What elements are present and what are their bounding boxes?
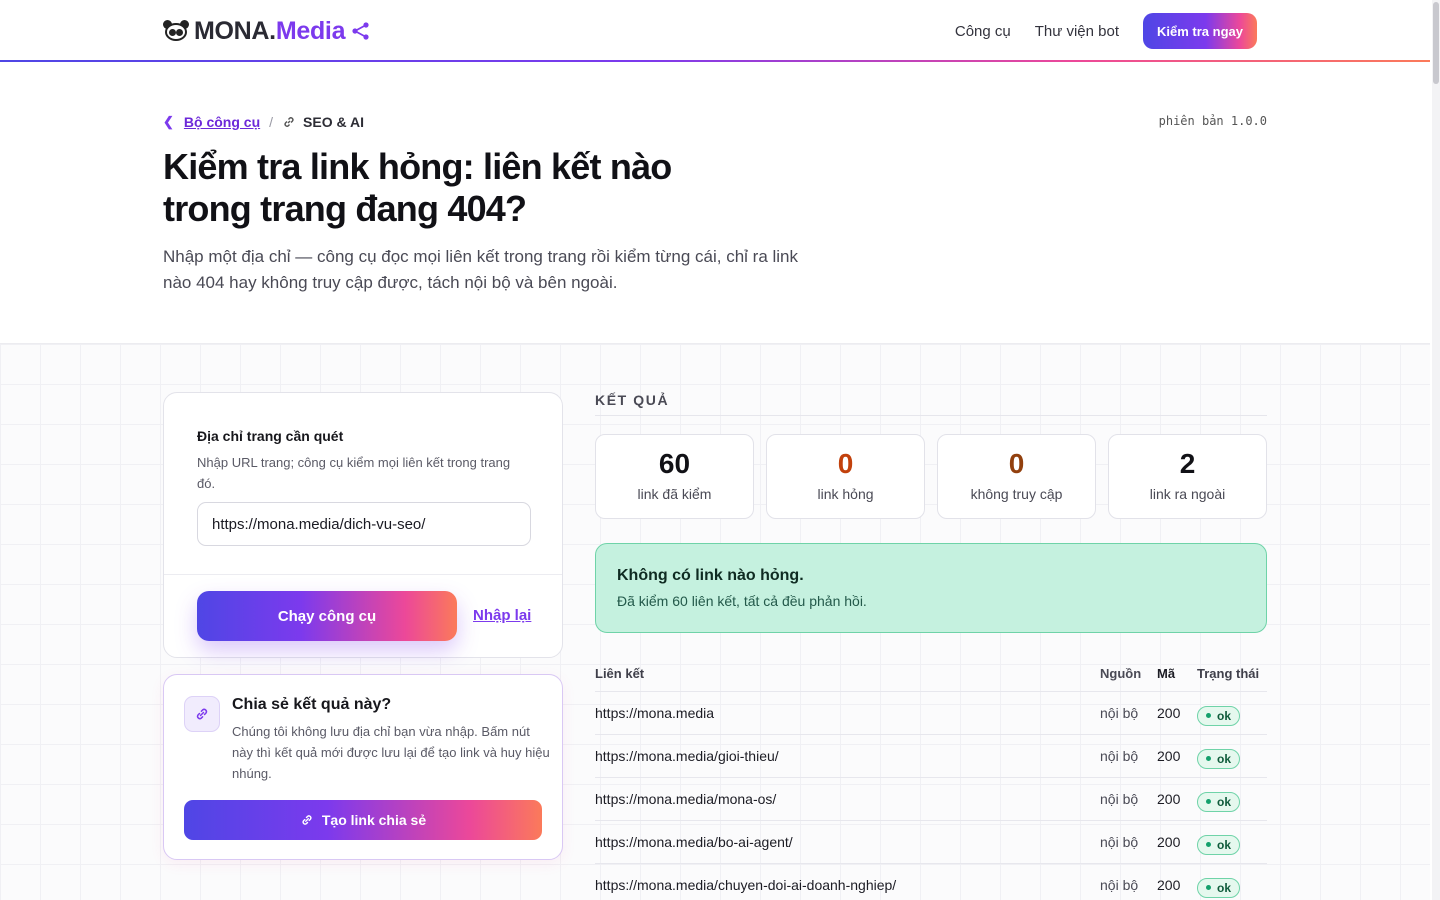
run-tool-button[interactable]: Chạy công cụ xyxy=(197,591,457,641)
check-now-button[interactable]: Kiểm tra ngay xyxy=(1143,13,1257,49)
stat-card-broken: 0 link hỏng xyxy=(766,434,925,519)
stat-value: 0 xyxy=(1008,448,1025,479)
link-url[interactable]: https://mona.media/mona-os/ xyxy=(595,778,776,820)
stats-row: 60 link đã kiểm 0 link hỏng 0 không truy… xyxy=(595,434,1267,519)
stat-caption: link ra ngoài xyxy=(1149,486,1226,502)
panda-logo-icon xyxy=(163,20,189,42)
column-header-link[interactable]: Liên kết xyxy=(595,662,644,686)
version-label: phiên bản 1.0.0 xyxy=(1158,114,1267,128)
top-navbar: MONA.Media Công cụ Thư viện bot Kiểm tra… xyxy=(0,0,1430,62)
stat-value: 2 xyxy=(1179,448,1196,479)
column-header-code[interactable]: Mã xyxy=(1157,662,1175,686)
link-icon xyxy=(184,696,220,732)
breadcrumb: ❮ Bộ công cụ / SEO & AI xyxy=(163,114,364,130)
create-share-link-button[interactable]: Tạo link chia sẻ xyxy=(184,800,542,840)
logo-wordmark: MONA.Media xyxy=(194,16,346,45)
url-input[interactable] xyxy=(197,502,531,546)
reset-link[interactable]: Nhập lại xyxy=(473,607,531,624)
nav-bot-library-link[interactable]: Thư viện bot xyxy=(1035,23,1119,40)
link-url[interactable]: https://mona.media/bo-ai-agent/ xyxy=(595,821,793,863)
share-description: Chúng tôi không lưu địa chỉ bạn vừa nhập… xyxy=(232,724,550,781)
column-header-source[interactable]: Nguồn xyxy=(1100,662,1141,686)
breadcrumb-current: SEO & AI xyxy=(303,114,364,130)
stat-value: 0 xyxy=(837,448,854,479)
link-url[interactable]: https://mona.media/chuyen-doi-ai-doanh-n… xyxy=(595,864,896,900)
stat-card-unreachable: 0 không truy cập xyxy=(937,434,1096,519)
status-badge: ok xyxy=(1197,778,1241,820)
breadcrumb-separator: / xyxy=(269,114,274,130)
form-divider xyxy=(164,574,562,575)
alert-title: Không có link nào hỏng. xyxy=(617,567,804,584)
link-source: nội bộ xyxy=(1100,791,1139,807)
status-dot-icon xyxy=(1206,756,1211,761)
table-row: https://mona.media/gioi-thieu/ nội bộ 20… xyxy=(595,735,1267,778)
table-row: https://mona.media/bo-ai-agent/ nội bộ 2… xyxy=(595,821,1267,864)
status-dot-icon xyxy=(1206,799,1211,804)
status-code: 200 xyxy=(1157,791,1181,807)
table-row: https://mona.media/chuyen-doi-ai-doanh-n… xyxy=(595,864,1267,900)
link-url[interactable]: https://mona.media/gioi-thieu/ xyxy=(595,735,779,777)
table-header-row: Liên kết Nguồn Mã Trạng thái xyxy=(595,662,1267,692)
page-title: Kiểm tra link hỏng: liên kết nào trong t… xyxy=(163,146,672,229)
status-code: 200 xyxy=(1157,877,1181,893)
breadcrumb-tools-link[interactable]: Bộ công cụ xyxy=(184,114,260,130)
link-chain-icon xyxy=(284,117,294,127)
scan-form-card: Địa chỉ trang cần quét Nhập URL trang; c… xyxy=(163,392,563,658)
chevron-left-icon[interactable]: ❮ xyxy=(163,114,174,130)
share-title: Chia sẻ kết quả này? xyxy=(232,696,392,713)
link-source: nội bộ xyxy=(1100,705,1139,721)
link-source: nội bộ xyxy=(1100,748,1139,764)
stat-caption: không truy cập xyxy=(970,486,1063,502)
stat-caption: link hỏng xyxy=(817,486,874,502)
status-dot-icon xyxy=(1206,885,1211,890)
results-heading: KẾT QUẢ xyxy=(595,392,670,408)
status-code: 200 xyxy=(1157,705,1181,721)
column-header-status[interactable]: Trạng thái xyxy=(1197,662,1259,686)
link-source: nội bộ xyxy=(1100,877,1139,893)
table-row: https://mona.media nội bộ 200 ok xyxy=(595,692,1267,735)
status-code: 200 xyxy=(1157,834,1181,850)
table-row: https://mona.media/mona-os/ nội bộ 200 o… xyxy=(595,778,1267,821)
stat-card-checked: 60 link đã kiểm xyxy=(595,434,754,519)
share-result-card: Chia sẻ kết quả này? Chúng tôi không lưu… xyxy=(163,674,563,860)
link-icon xyxy=(302,815,312,825)
link-url[interactable]: https://mona.media xyxy=(595,692,714,734)
alert-text: Đã kiểm 60 liên kết, tất cả đều phản hồi… xyxy=(617,593,867,609)
main-nav: Công cụ Thư viện bot Kiểm tra ngay xyxy=(955,13,1257,49)
status-dot-icon xyxy=(1206,713,1211,718)
share-nodes-icon xyxy=(352,22,369,40)
status-badge: ok xyxy=(1197,735,1241,777)
stat-card-external: 2 link ra ngoài xyxy=(1108,434,1267,519)
url-field-label: Địa chỉ trang cần quét xyxy=(197,428,344,444)
page-scrollbar[interactable] xyxy=(1432,0,1440,900)
scrollbar-thumb[interactable] xyxy=(1433,2,1439,84)
link-source: nội bộ xyxy=(1100,834,1139,850)
stat-value: 60 xyxy=(658,448,691,479)
results-divider xyxy=(595,415,1267,416)
status-badge: ok xyxy=(1197,821,1241,863)
stat-caption: link đã kiểm xyxy=(637,486,712,502)
links-table: Liên kết Nguồn Mã Trạng thái https://mon… xyxy=(595,662,1267,900)
status-dot-icon xyxy=(1206,842,1211,847)
nav-tools-link[interactable]: Công cụ xyxy=(955,23,1011,40)
header-gradient-divider xyxy=(0,60,1430,62)
url-field-hint: Nhập URL trang; công cụ kiểm mọi liên kế… xyxy=(197,455,511,491)
status-code: 200 xyxy=(1157,748,1181,764)
brand-logo[interactable]: MONA.Media xyxy=(163,16,371,46)
page-description: Nhập một địa chỉ — công cụ đọc mọi liên … xyxy=(163,247,799,292)
status-badge: ok xyxy=(1197,864,1241,900)
status-badge: ok xyxy=(1197,692,1241,734)
success-alert: Không có link nào hỏng. Đã kiểm 60 liên … xyxy=(595,543,1267,633)
create-share-link-label: Tạo link chia sẻ xyxy=(321,812,427,828)
